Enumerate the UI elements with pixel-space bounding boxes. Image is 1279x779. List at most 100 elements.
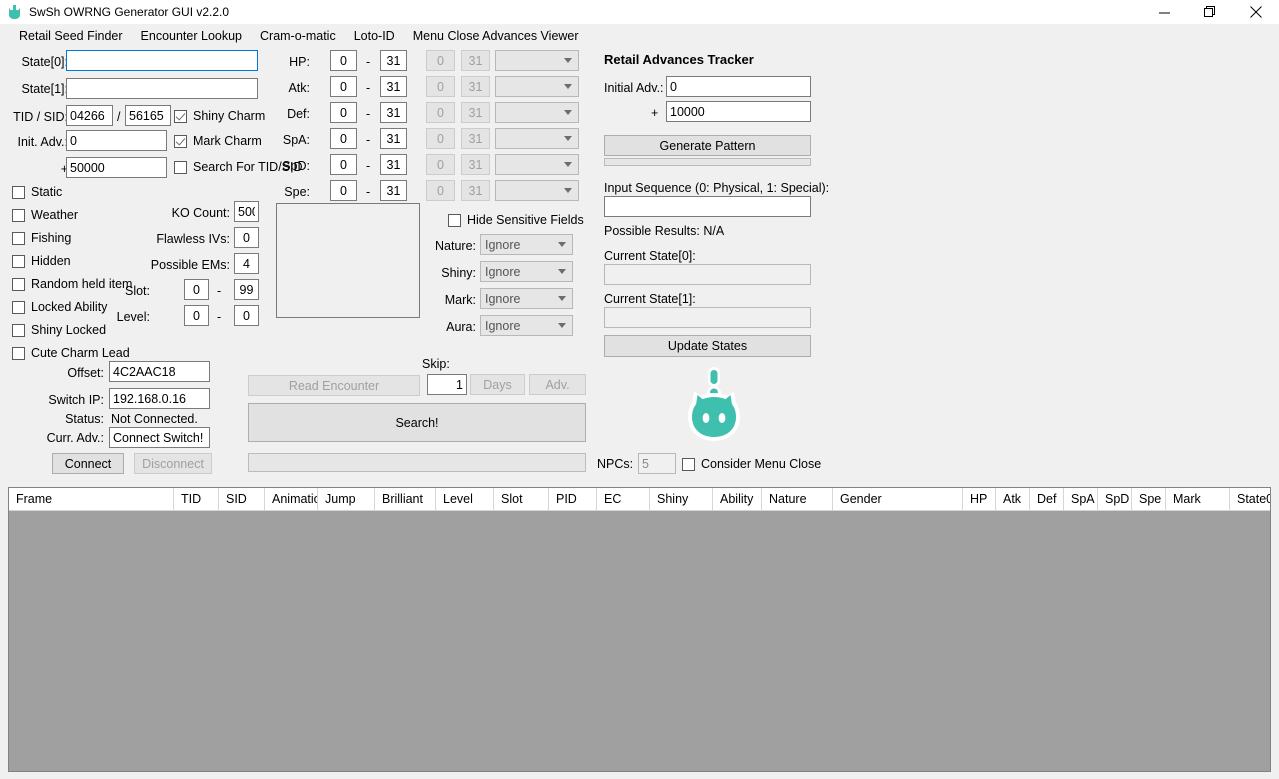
skip-input[interactable]: [427, 374, 467, 395]
close-icon[interactable]: [1233, 0, 1279, 24]
iv-atk-max-input[interactable]: [380, 76, 407, 97]
switch-ip-label: Switch IP:: [48, 393, 104, 407]
current-state0-input[interactable]: [604, 264, 811, 285]
column-header-jump[interactable]: Jump: [318, 488, 375, 510]
switch-ip-input[interactable]: [109, 388, 210, 409]
iv-spe-max-input[interactable]: [380, 180, 407, 201]
iv-hp-max-input[interactable]: [380, 50, 407, 71]
column-header-pid[interactable]: PID: [549, 488, 597, 510]
adv-range-input[interactable]: [66, 157, 167, 178]
generate-pattern-button[interactable]: Generate Pattern: [604, 135, 811, 156]
slot-max-input[interactable]: [234, 279, 259, 300]
current-state1-input[interactable]: [604, 307, 811, 328]
slot-min-input[interactable]: [184, 279, 209, 300]
ko-count-input[interactable]: [234, 201, 259, 222]
iv-spe-min-input[interactable]: [330, 180, 357, 201]
flag-locked-ability-checkbox[interactable]: Locked Ability: [12, 300, 107, 314]
hide-sensitive-fields-checkbox[interactable]: Hide Sensitive Fields: [448, 213, 584, 227]
flag-shiny-locked-checkbox[interactable]: Shiny Locked: [12, 323, 106, 337]
state0-label: State[0]:: [21, 55, 68, 69]
possible-ems-input[interactable]: [234, 253, 259, 274]
sid-input[interactable]: [125, 105, 171, 126]
column-header-def[interactable]: Def: [1030, 488, 1064, 510]
iv-spd-max-input[interactable]: [380, 154, 407, 175]
column-header-animation[interactable]: Animation: [265, 488, 318, 510]
column-header-ability[interactable]: Ability: [713, 488, 762, 510]
flawless-ivs-input[interactable]: [234, 227, 259, 248]
shiny-filter-select: Ignore: [480, 261, 573, 282]
results-table-body[interactable]: [9, 511, 1270, 771]
column-header-gender[interactable]: Gender: [833, 488, 963, 510]
iv-spa-max-input[interactable]: [380, 128, 407, 149]
flag-fishing-checkbox[interactable]: Fishing: [12, 231, 71, 245]
iv-spe-min2-display: 0: [426, 180, 455, 201]
update-states-button[interactable]: Update States: [604, 335, 811, 357]
column-header-spa[interactable]: SpA: [1064, 488, 1098, 510]
column-header-slot[interactable]: Slot: [494, 488, 549, 510]
curr-adv-input[interactable]: [109, 427, 210, 448]
column-header-ec[interactable]: EC: [597, 488, 650, 510]
menu-item-retail-seed-finder[interactable]: Retail Seed Finder: [10, 26, 132, 46]
consider-menu-close-checkbox[interactable]: Consider Menu Close: [682, 457, 821, 471]
iv-def-dash: -: [366, 107, 371, 121]
column-header-sid[interactable]: SID: [219, 488, 265, 510]
iv-spd-dash: -: [366, 159, 371, 173]
tracker-plus-input[interactable]: [666, 101, 811, 122]
chevron-down-icon: [564, 187, 572, 193]
tid-input[interactable]: [66, 105, 113, 126]
flag-weather-checkbox[interactable]: Weather: [12, 208, 78, 222]
level-min-input[interactable]: [184, 305, 209, 326]
level-max-input[interactable]: [234, 305, 259, 326]
state0-input[interactable]: [66, 50, 258, 71]
restore-icon[interactable]: [1187, 0, 1233, 24]
iv-def-max-input[interactable]: [380, 102, 407, 123]
column-header-brilliant[interactable]: Brilliant: [375, 488, 436, 510]
input-sequence-input[interactable]: [604, 196, 811, 217]
window-controls: [1141, 0, 1279, 24]
column-header-state0[interactable]: State0: [1230, 488, 1270, 510]
menu-bar: Retail Seed Finder Encounter Lookup Cram…: [0, 24, 1279, 47]
menu-item-encounter-lookup[interactable]: Encounter Lookup: [132, 26, 251, 46]
column-header-frame[interactable]: Frame: [9, 488, 174, 510]
iv-spd-min-input[interactable]: [330, 154, 357, 175]
column-header-mark[interactable]: Mark: [1166, 488, 1230, 510]
iv-atk-min2-display: 0: [426, 76, 455, 97]
column-header-level[interactable]: Level: [436, 488, 494, 510]
search-button[interactable]: Search!: [248, 403, 586, 442]
column-header-atk[interactable]: Atk: [996, 488, 1030, 510]
hidden-check-box: [12, 254, 25, 268]
shiny-charm-checkbox[interactable]: Shiny Charm: [174, 109, 265, 123]
menu-item-menu-close-advances-viewer[interactable]: Menu Close Advances Viewer: [404, 26, 588, 46]
flag-cute-charm-lead-checkbox[interactable]: Cute Charm Lead: [12, 346, 130, 360]
column-header-hp[interactable]: HP: [963, 488, 996, 510]
flag-hidden-checkbox[interactable]: Hidden: [12, 254, 71, 268]
moves-list-panel[interactable]: [276, 203, 420, 318]
tracker-plus-label: +: [651, 106, 659, 120]
state1-input[interactable]: [66, 78, 258, 99]
iv-def-min-input[interactable]: [330, 102, 357, 123]
column-header-spd[interactable]: SpD: [1098, 488, 1132, 510]
flag-shiny-locked-label: Shiny Locked: [31, 323, 107, 337]
current-state0-label: Current State[0]:: [604, 249, 696, 263]
minimize-icon[interactable]: [1141, 0, 1187, 24]
column-header-nature[interactable]: Nature: [762, 488, 833, 510]
possible-results-label: Possible Results: N/A: [604, 224, 725, 238]
mark-charm-checkbox[interactable]: Mark Charm: [174, 134, 262, 148]
status-label: Status:: [65, 412, 104, 426]
column-header-spe[interactable]: Spe: [1132, 488, 1166, 510]
results-table[interactable]: FrameTIDSIDAnimationJumpBrilliantLevelSl…: [8, 487, 1271, 772]
flag-static-checkbox[interactable]: Static: [12, 185, 62, 199]
level-dash: -: [217, 310, 222, 324]
connect-button[interactable]: Connect: [52, 453, 124, 474]
iv-atk-min-input[interactable]: [330, 76, 357, 97]
init-adv-input[interactable]: [66, 130, 167, 151]
column-header-tid[interactable]: TID: [174, 488, 219, 510]
column-header-shiny[interactable]: Shiny: [650, 488, 713, 510]
iv-hp-min2-display: 0: [426, 50, 455, 71]
initial-adv-input[interactable]: [666, 76, 811, 97]
iv-hp-min-input[interactable]: [330, 50, 357, 71]
menu-item-loto-id[interactable]: Loto-ID: [345, 26, 404, 46]
menu-item-cram-o-matic[interactable]: Cram-o-matic: [251, 26, 345, 46]
offset-input[interactable]: [109, 361, 210, 382]
iv-spa-min-input[interactable]: [330, 128, 357, 149]
